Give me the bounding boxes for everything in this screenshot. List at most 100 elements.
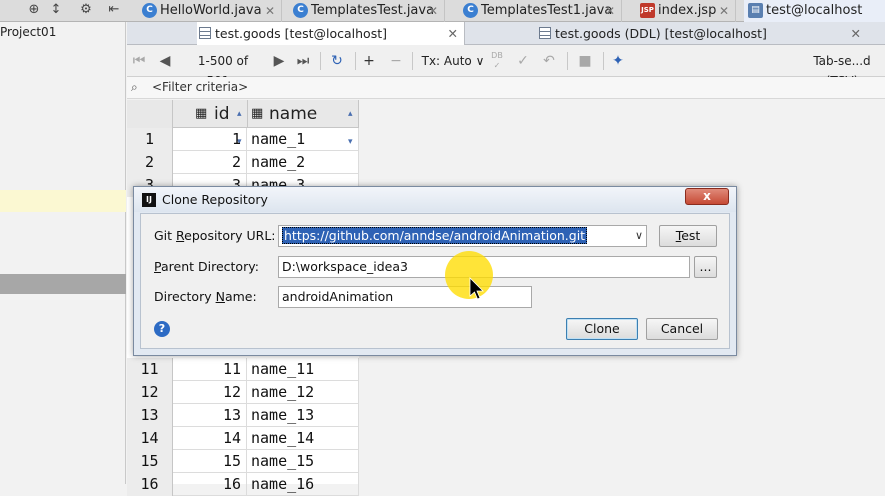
table-row[interactable]: 16 16 name_16 xyxy=(127,473,359,496)
intellij-app-icon: IJ xyxy=(142,193,156,207)
table-row[interactable]: 12 12 name_12 xyxy=(127,381,359,404)
tab-test-goods-ddl[interactable]: test.goods (DDL) [test@localhost] ✕ xyxy=(537,22,867,45)
row-number: 1 xyxy=(127,128,173,151)
cell-id[interactable]: 2 xyxy=(173,151,247,174)
directory-name-label: Directory Name: xyxy=(154,289,257,304)
last-page-icon[interactable]: ⏭ xyxy=(295,51,311,71)
chevron-down-icon[interactable]: ∨ xyxy=(635,226,643,246)
cell-name[interactable]: name_16 xyxy=(248,473,359,496)
toolbar-separator xyxy=(412,52,413,70)
editor-tab-templatestest1[interactable]: C TemplatesTest1.java ✕ xyxy=(459,0,622,22)
submit-icon[interactable]: ✓ xyxy=(515,51,531,71)
cell-name[interactable]: name_15 xyxy=(248,450,359,473)
add-row-icon[interactable]: + xyxy=(361,51,377,71)
cell-id[interactable]: 16 xyxy=(173,473,247,496)
row-number-header xyxy=(127,100,173,128)
repository-url-combobox[interactable]: https://github.com/anndse/androidAnimati… xyxy=(278,225,647,247)
filter-bar[interactable]: ⌕ <Filter criteria> xyxy=(127,77,885,99)
cell-id[interactable]: 13 xyxy=(173,404,247,427)
column-icon: ▦ xyxy=(251,106,264,121)
row-number: 16 xyxy=(127,473,173,496)
cell-name[interactable]: name_12 xyxy=(248,381,359,404)
row-number: 15 xyxy=(127,450,173,473)
cell-id[interactable]: 14 xyxy=(173,427,247,450)
dialog-title: Clone Repository xyxy=(162,192,268,207)
editor-tab-helloworld[interactable]: C HelloWorld.java ✕ xyxy=(138,0,282,22)
cancel-button[interactable]: Cancel xyxy=(646,318,718,340)
pin-icon[interactable]: ✦ xyxy=(609,51,627,71)
first-page-icon[interactable]: ⏮ xyxy=(131,51,147,71)
export-format-selector[interactable]: Tab-se...d (TSV) xyxy=(799,51,885,88)
repository-url-label: Git Repository URL: xyxy=(154,228,276,243)
project-tree-item[interactable]: Project01 xyxy=(0,25,56,39)
page-info[interactable]: 1-500 of 501+ xyxy=(183,51,263,88)
next-page-icon[interactable]: ▶ xyxy=(271,51,287,71)
cell-id[interactable]: 15 xyxy=(173,450,247,473)
table-row[interactable]: 13 13 name_13 xyxy=(127,404,359,427)
tree-selection-highlight xyxy=(0,190,126,212)
clone-button[interactable]: Clone xyxy=(566,318,638,340)
close-icon[interactable]: ✕ xyxy=(448,22,458,45)
java-class-icon: C xyxy=(463,3,478,18)
chevron-down-icon: ∨ xyxy=(475,54,485,68)
dialog-close-button[interactable]: x xyxy=(685,188,729,205)
editor-tab-templatestest[interactable]: C TemplatesTest.java ✕ xyxy=(289,0,445,22)
toolbar-separator xyxy=(355,52,356,70)
browse-button[interactable]: ... xyxy=(694,256,717,278)
close-icon[interactable]: ✕ xyxy=(605,0,615,22)
dialog-body: Git Repository URL: https://github.com/a… xyxy=(140,213,730,349)
cell-id[interactable]: 11 xyxy=(173,358,247,381)
java-class-icon: C xyxy=(142,3,157,18)
column-header-id[interactable]: ▦ id ▴ ▾ xyxy=(173,100,248,147)
refresh-icon[interactable]: ↻ xyxy=(328,51,346,71)
jsp-file-icon: JSP xyxy=(640,3,655,18)
test-button[interactable]: Test xyxy=(659,225,717,247)
gear-icon[interactable]: ⚙ xyxy=(78,2,94,18)
target-icon[interactable]: ⊕ xyxy=(26,2,42,18)
table-icon xyxy=(539,27,551,39)
table-icon xyxy=(199,27,211,39)
repository-url-value[interactable]: https://github.com/anndse/androidAnimati… xyxy=(282,227,588,244)
toolbar-separator xyxy=(603,52,604,70)
cell-name[interactable]: name_14 xyxy=(248,427,359,450)
cell-name[interactable]: name_1 xyxy=(248,128,359,151)
hide-panel-icon[interactable]: ⇤ xyxy=(106,2,122,18)
cell-name[interactable]: name_13 xyxy=(248,404,359,427)
toolbar-separator xyxy=(567,52,568,70)
tree-selection-bar xyxy=(0,274,126,294)
previous-page-icon[interactable]: ◀ xyxy=(157,51,173,71)
console-icon: ▤ xyxy=(748,3,763,18)
cell-id[interactable]: 12 xyxy=(173,381,247,404)
cell-id[interactable]: 1 xyxy=(173,128,247,151)
content-tab-bar: test.goods [test@localhost] ✕ test.goods… xyxy=(127,22,885,45)
split-icon[interactable]: ↕ xyxy=(48,2,64,18)
directory-name-field[interactable]: androidAnimation xyxy=(278,286,532,308)
close-icon[interactable]: ✕ xyxy=(428,0,438,22)
help-icon[interactable]: ? xyxy=(154,321,170,337)
delete-row-icon[interactable]: − xyxy=(388,51,404,71)
table-row[interactable]: 15 15 name_15 xyxy=(127,450,359,473)
table-row[interactable]: 11 11 name_11 xyxy=(127,358,359,381)
table-row[interactable]: 14 14 name_14 xyxy=(127,427,359,450)
filter-input[interactable]: <Filter criteria> xyxy=(152,80,248,94)
editor-tab-index-jsp[interactable]: JSP index.jsp ✕ xyxy=(636,0,736,22)
editor-tab-test-localhost[interactable]: ▤ test@localhost xyxy=(744,0,885,22)
dialog-title-bar: IJ Clone Repository x xyxy=(134,187,736,212)
stop-icon[interactable]: ■ xyxy=(577,51,593,71)
column-header-name[interactable]: ▦ name ▴ ▾ xyxy=(248,100,359,147)
parent-directory-label: Parent Directory: xyxy=(154,259,259,274)
close-icon[interactable]: ✕ xyxy=(851,22,861,45)
table-row[interactable]: 1 1 name_1 xyxy=(127,128,359,151)
transaction-mode-dropdown[interactable]: Tx: Auto ∨ xyxy=(421,51,485,71)
revert-icon[interactable]: ↶ xyxy=(541,51,557,71)
java-class-icon: C xyxy=(293,3,308,18)
row-number: 2 xyxy=(127,151,173,174)
table-row[interactable]: 2 2 name_2 xyxy=(127,151,359,174)
cell-name[interactable]: name_2 xyxy=(248,151,359,174)
close-icon[interactable]: ✕ xyxy=(265,0,275,22)
tab-test-goods[interactable]: test.goods [test@localhost] ✕ xyxy=(197,22,465,45)
close-icon[interactable]: ✕ xyxy=(719,0,729,22)
cell-name[interactable]: name_11 xyxy=(248,358,359,381)
filter-search-icon[interactable]: ⌕ xyxy=(131,80,138,95)
db-commit-icon[interactable]: DB ✓ xyxy=(489,51,505,71)
